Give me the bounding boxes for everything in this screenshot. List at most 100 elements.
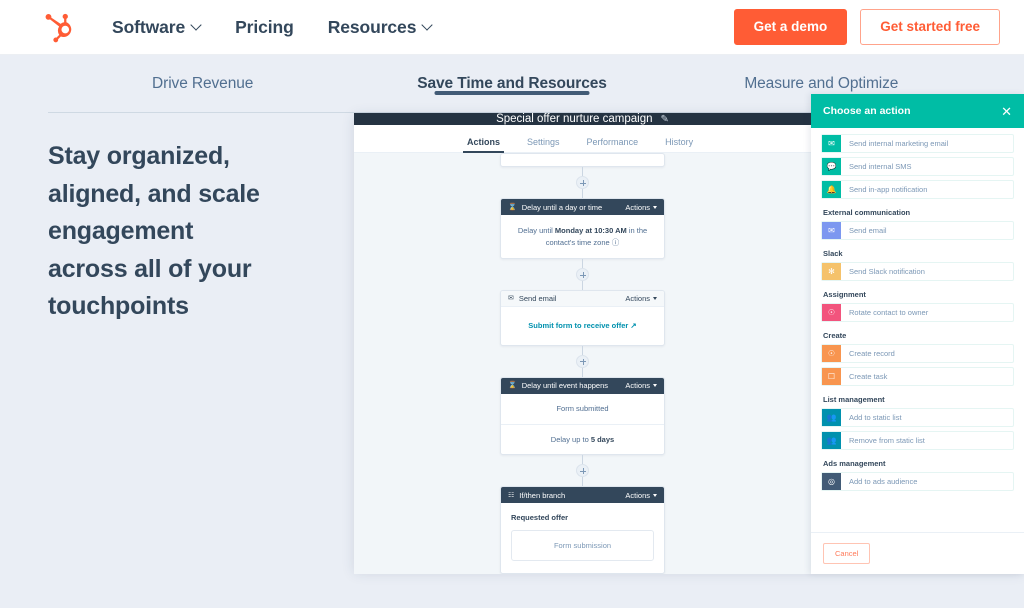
action-label: Add to static list	[849, 413, 902, 422]
nav-item-pricing-label: Pricing	[235, 16, 294, 37]
panel-title: Choose an action	[823, 105, 911, 117]
action-label: Remove from static list	[849, 436, 925, 445]
action-rotate-contact-to-owner[interactable]: ☉ Rotate contact to owner	[821, 303, 1014, 322]
tab-save-time-and-resources[interactable]: Save Time and Resources	[357, 55, 666, 93]
email-asset-link[interactable]: Submit form to receive offer	[528, 321, 628, 330]
workflow-tabs: Actions Settings Performance History	[354, 125, 811, 153]
top-navigation-bar: Software Pricing Resources Get a demo Ge…	[0, 0, 1024, 55]
group-label-list-management: List management	[823, 395, 885, 404]
cancel-button[interactable]: Cancel	[823, 543, 871, 565]
action-send-internal-marketing-email[interactable]: ✉ Send internal marketing email	[821, 134, 1014, 153]
hourglass-icon: ⌛	[508, 203, 517, 211]
nav-item-resources[interactable]: Resources	[328, 17, 433, 38]
card-body: Delay until Monday at 10:30 AM in the co…	[501, 215, 664, 258]
flow-connector	[582, 189, 583, 198]
card-actions-menu[interactable]: Actions	[625, 381, 657, 390]
workflow-body: Actions Settings Performance History ⌛ D…	[354, 94, 1024, 575]
flow-connector	[582, 345, 583, 355]
nav-item-resources-label: Resources	[327, 16, 417, 37]
get-started-free-button[interactable]: Get started free	[860, 9, 1000, 45]
action-add-to-static-list[interactable]: 👥 Add to static list	[821, 408, 1014, 427]
chevron-down-icon	[653, 493, 657, 497]
action-create-record[interactable]: ☉ Create record	[821, 344, 1014, 363]
workflow-tab-actions[interactable]: Actions	[462, 137, 505, 153]
external-link-icon: ↗	[630, 321, 637, 331]
workflow-card-if-then-branch[interactable]: ☷ If/then branch Actions Requested offer…	[500, 486, 665, 575]
action-label: Send in-app notification	[849, 185, 928, 194]
card-body: Submit form to receive offer ↗	[501, 307, 664, 345]
chevron-down-icon	[423, 21, 432, 30]
workflow-card-delay-day-time[interactable]: ⌛ Delay until a day or time Actions Dela…	[500, 198, 665, 260]
workflow-card-partial[interactable]	[500, 153, 665, 167]
choose-action-panel: Choose an action ✕ ✉ Send internal marke…	[811, 94, 1024, 575]
envelope-icon: ✉	[822, 222, 841, 239]
workflow-card-delay-event[interactable]: ⌛ Delay until event happens Actions Form…	[500, 376, 665, 456]
card-actions-label: Actions	[625, 381, 650, 391]
add-step-button[interactable]	[576, 464, 589, 478]
card-actions-menu[interactable]: Actions	[625, 203, 657, 212]
chevron-down-icon	[192, 21, 201, 30]
panel-action-list[interactable]: ✉ Send internal marketing email 💬 Send i…	[811, 128, 1024, 532]
nav-item-software[interactable]: Software	[112, 17, 201, 38]
group-label-slack: Slack	[823, 249, 843, 258]
chevron-down-icon	[653, 297, 657, 301]
target-icon: ◎	[822, 473, 841, 490]
action-label: Create record	[849, 349, 895, 358]
hero-headline: Stay organized, aligned, and scale engag…	[48, 142, 260, 320]
workflow-canvas-column: Actions Settings Performance History ⌛ D…	[354, 125, 811, 575]
close-icon[interactable]: ✕	[1001, 105, 1012, 118]
people-icon: 👥	[822, 432, 841, 449]
card-title: Delay until a day or time	[521, 202, 603, 212]
card-actions-menu[interactable]: Actions	[625, 294, 657, 303]
main-content: Stay organized, aligned, and scale engag…	[0, 94, 1024, 608]
nav-item-pricing[interactable]: Pricing	[235, 17, 294, 38]
action-send-internal-sms[interactable]: 💬 Send internal SMS	[821, 157, 1014, 176]
tab-measure-and-optimize[interactable]: Measure and Optimize	[667, 55, 976, 93]
workflow-tab-performance[interactable]: Performance	[587, 137, 639, 152]
branch-icon: ☷	[508, 491, 515, 499]
delay-value: Monday at 10:30 AM	[554, 226, 627, 235]
record-icon: ☉	[822, 345, 841, 362]
action-send-slack-notification[interactable]: ✻ Send Slack notification	[821, 262, 1014, 281]
card-body-delay: Delay up to 5 days	[501, 423, 664, 455]
card-actions-menu[interactable]: Actions	[625, 491, 657, 500]
action-label: Create task	[849, 372, 888, 381]
action-label: Add to ads audience	[849, 477, 918, 486]
flow-connector	[582, 477, 583, 487]
tab-drive-revenue[interactable]: Drive Revenue	[48, 55, 357, 93]
action-remove-from-static-list[interactable]: 👥 Remove from static list	[821, 431, 1014, 450]
card-header: ☷ If/then branch Actions	[501, 487, 664, 504]
action-label: Send email	[849, 226, 887, 235]
action-create-task[interactable]: ☐ Create task	[821, 367, 1014, 386]
workflow-title: Special offer nurture campaign	[496, 113, 653, 125]
workflow-app-window: Special offer nurture campaign ✎ Actions…	[354, 94, 1024, 575]
workflow-tab-settings[interactable]: Settings	[527, 137, 560, 152]
action-send-in-app-notification[interactable]: 🔔 Send in-app notification	[821, 180, 1014, 199]
card-header: ⌛ Delay until event happens Actions	[501, 377, 664, 394]
flow-connector	[582, 367, 583, 377]
action-label: Send internal marketing email	[849, 139, 949, 148]
add-step-button[interactable]	[576, 354, 589, 368]
hubspot-logo[interactable]	[44, 10, 78, 44]
card-body: Requested offer Form submission	[501, 503, 664, 573]
card-title: If/then branch	[519, 490, 566, 500]
nav-item-software-label: Software	[112, 16, 186, 37]
slack-icon: ✻	[822, 263, 841, 280]
branch-label: Requested offer	[511, 513, 569, 523]
card-title: Delay until event happens	[521, 381, 609, 391]
add-step-button[interactable]	[576, 268, 589, 282]
nav-cta-group: Get a demo Get started free	[733, 9, 1000, 45]
get-a-demo-button[interactable]: Get a demo	[733, 9, 848, 45]
panel-footer: Cancel	[811, 532, 1024, 575]
people-icon: 👥	[822, 409, 841, 426]
card-title: Send email	[518, 294, 557, 304]
workflow-tab-history[interactable]: History	[665, 137, 693, 152]
action-add-to-ads-audience[interactable]: ◎ Add to ads audience	[821, 472, 1014, 491]
branch-condition-box[interactable]: Form submission	[511, 529, 654, 562]
action-label: Rotate contact to owner	[849, 308, 929, 317]
pencil-icon[interactable]: ✎	[661, 114, 669, 125]
workflow-card-send-email[interactable]: ✉ Send email Actions Submit form to rece…	[500, 290, 665, 346]
add-step-button[interactable]	[576, 176, 589, 189]
envelope-icon: ✉	[508, 295, 514, 303]
action-send-email[interactable]: ✉ Send email	[821, 221, 1014, 240]
